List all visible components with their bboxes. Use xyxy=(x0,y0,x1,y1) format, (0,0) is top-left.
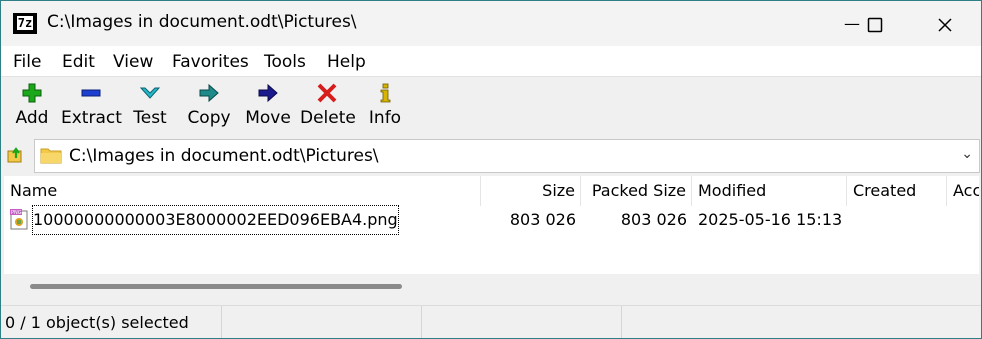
horizontal-scrollbar[interactable] xyxy=(30,284,402,289)
window-title: C:\Images in document.odt\Pictures\ xyxy=(47,12,357,32)
info-label: Info xyxy=(368,108,402,128)
png-file-icon: PNG xyxy=(10,209,28,230)
delete-label: Delete xyxy=(300,108,356,128)
status-bar: 0 / 1 object(s) selected xyxy=(1,305,981,338)
address-row: C:\Images in document.odt\Pictures\ ⌄ xyxy=(1,137,981,175)
copy-button[interactable]: Copy xyxy=(184,77,234,135)
menu-help[interactable]: Help xyxy=(327,52,366,72)
7zip-app-icon: 7z xyxy=(13,13,37,34)
column-header-name[interactable]: Name xyxy=(4,176,481,206)
copy-arrow-icon xyxy=(199,83,219,103)
title-bar[interactable]: 7z C:\Images in document.odt\Pictures\ — xyxy=(1,1,981,46)
status-selection: 0 / 1 object(s) selected xyxy=(5,313,189,332)
status-size-cell xyxy=(222,306,422,338)
status-selection-cell: 0 / 1 object(s) selected xyxy=(1,306,222,338)
toolbar: Add Extract Test Copy Move Delete Info xyxy=(1,76,981,137)
column-header-size[interactable]: Size xyxy=(481,176,581,206)
minus-icon xyxy=(81,89,101,97)
test-chevron-icon xyxy=(139,87,161,99)
file-list[interactable]: Name Size Packed Size Modified Created A… xyxy=(4,176,979,289)
menu-bar: File Edit View Favorites Tools Help xyxy=(1,46,981,76)
extract-label: Extract xyxy=(61,108,122,128)
column-header-modified[interactable]: Modified xyxy=(692,176,847,206)
file-size: 803 026 xyxy=(509,210,576,229)
delete-button[interactable]: Delete xyxy=(300,77,356,135)
test-button[interactable]: Test xyxy=(129,77,171,135)
address-path[interactable]: C:\Images in document.odt\Pictures\ xyxy=(69,146,379,166)
folder-up-icon[interactable] xyxy=(7,146,25,164)
file-packed-size: 803 026 xyxy=(620,210,687,229)
column-header-packed-size[interactable]: Packed Size xyxy=(581,176,692,206)
menu-view[interactable]: View xyxy=(113,52,153,72)
plus-icon xyxy=(22,83,42,103)
menu-tools[interactable]: Tools xyxy=(264,52,306,72)
maximize-icon xyxy=(867,17,883,32)
menu-favorites[interactable]: Favorites xyxy=(172,52,249,72)
info-button[interactable]: Info xyxy=(367,77,403,135)
close-button[interactable] xyxy=(922,1,968,46)
svg-text:PNG: PNG xyxy=(11,210,22,216)
add-button[interactable]: Add xyxy=(9,77,55,135)
status-packed-cell xyxy=(422,306,622,338)
extract-button[interactable]: Extract xyxy=(61,77,122,135)
move-arrow-icon xyxy=(258,83,278,103)
info-icon xyxy=(380,83,391,103)
column-header-accessed[interactable]: Acc xyxy=(947,176,979,206)
move-button[interactable]: Move xyxy=(243,77,293,135)
move-label: Move xyxy=(245,108,291,128)
menu-edit[interactable]: Edit xyxy=(62,52,95,72)
add-label: Add xyxy=(15,108,49,128)
menu-file[interactable]: File xyxy=(13,52,41,72)
column-header-created[interactable]: Created xyxy=(847,176,947,206)
table-row[interactable]: PNG 10000000000003E8000002EED096EBA4.png… xyxy=(4,205,979,235)
file-name[interactable]: 10000000000003E8000002EED096EBA4.png xyxy=(32,205,399,235)
address-bar[interactable]: C:\Images in document.odt\Pictures\ ⌄ xyxy=(34,139,980,173)
test-label: Test xyxy=(133,108,167,128)
file-modified: 2025-05-16 15:13 xyxy=(698,210,843,229)
close-icon xyxy=(938,17,952,32)
copy-label: Copy xyxy=(187,108,231,128)
app-window: 7z C:\Images in document.odt\Pictures\ —… xyxy=(0,0,982,339)
folder-icon xyxy=(40,148,62,164)
chevron-down-icon[interactable]: ⌄ xyxy=(961,146,973,162)
maximize-button[interactable] xyxy=(852,1,898,46)
delete-x-icon xyxy=(317,83,337,103)
